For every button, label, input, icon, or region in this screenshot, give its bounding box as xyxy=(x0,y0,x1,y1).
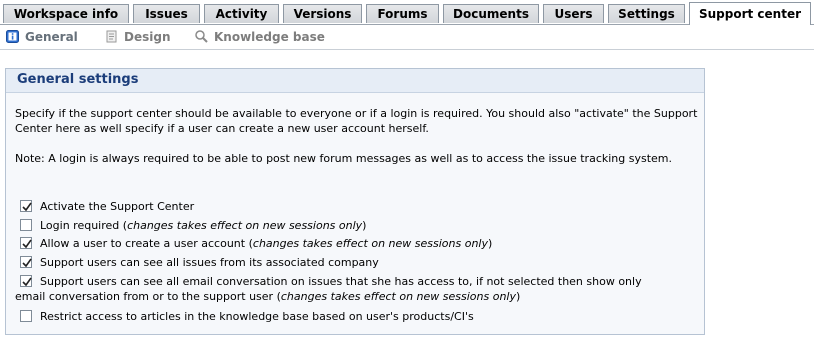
option-allow-create-account[interactable]: Allow a user to create a user account (c… xyxy=(20,236,700,252)
option-company-label: Support users can see all issues from it… xyxy=(40,255,379,270)
checkbox-see-email-conversation[interactable] xyxy=(20,275,32,287)
option-login-note: changes takes effect on new sessions onl… xyxy=(127,219,363,232)
main-tab-bar: Workspace info Issues Activity Versions … xyxy=(0,0,814,25)
subnav-general[interactable]: General xyxy=(6,28,78,46)
option-restrict-text: Restrict access to articles in the knowl… xyxy=(40,310,474,323)
general-settings-panel: General settings Specify if the support … xyxy=(5,68,705,335)
option-email-label-line2: email conversation from or to the suppor… xyxy=(15,289,520,304)
panel-header: General settings xyxy=(6,69,704,93)
option-login-text: Login required ( xyxy=(40,219,128,232)
panel-title: General settings xyxy=(17,72,139,87)
info-icon xyxy=(6,30,19,43)
option-company-text: Support users can see all issues from it… xyxy=(40,256,379,269)
checkbox-restrict-kb-access[interactable] xyxy=(20,310,32,322)
subnav-design[interactable]: Design xyxy=(105,28,171,46)
option-allow-note: changes takes effect on new sessions onl… xyxy=(252,237,488,250)
option-restrict-label: Restrict access to articles in the knowl… xyxy=(40,309,474,324)
design-icon xyxy=(105,30,118,43)
tab-settings[interactable]: Settings xyxy=(608,4,685,23)
option-activate-support-center[interactable]: Activate the Support Center xyxy=(20,199,700,215)
tab-support-center[interactable]: Support center xyxy=(689,2,811,25)
option-see-email-conversation[interactable]: Support users can see all email conversa… xyxy=(15,274,700,305)
option-allow-label: Allow a user to create a user account (c… xyxy=(40,236,492,251)
checkbox-allow-create-account[interactable] xyxy=(20,237,32,249)
note-text: Note: A login is always required to be a… xyxy=(15,152,673,165)
checkbox-login-required[interactable] xyxy=(20,219,32,231)
option-restrict-kb-access[interactable]: Restrict access to articles in the knowl… xyxy=(20,309,700,325)
option-email-note: changes takes effect on new sessions onl… xyxy=(280,290,516,303)
subnav-knowledge-base[interactable]: Knowledge base xyxy=(195,28,325,46)
option-allow-suffix: ) xyxy=(488,237,493,250)
sub-navigation: General Design Knowledge base xyxy=(0,25,814,50)
option-activate-label: Activate the Support Center xyxy=(40,199,194,214)
option-email-suffix: ) xyxy=(515,290,521,303)
tab-workspace-info[interactable]: Workspace info xyxy=(3,4,129,23)
checkbox-see-company-issues[interactable] xyxy=(20,256,32,268)
knowledge-base-icon xyxy=(195,30,208,43)
tab-activity[interactable]: Activity xyxy=(204,4,279,23)
subnav-knowledge-base-label: Knowledge base xyxy=(214,30,325,44)
tab-issues[interactable]: Issues xyxy=(133,4,200,23)
option-see-company-issues[interactable]: Support users can see all issues from it… xyxy=(20,255,700,271)
option-login-label: Login required (changes takes effect on … xyxy=(40,218,366,233)
subnav-general-label: General xyxy=(25,30,78,44)
tab-versions[interactable]: Versions xyxy=(283,4,362,23)
subnav-design-label: Design xyxy=(124,30,171,44)
option-activate-text: Activate the Support Center xyxy=(40,200,195,213)
tab-users[interactable]: Users xyxy=(543,4,604,23)
option-email-label: Support users can see all email conversa… xyxy=(40,274,642,289)
option-allow-text: Allow a user to create a user account ( xyxy=(40,237,253,250)
option-login-suffix: ) xyxy=(362,219,367,232)
option-login-required[interactable]: Login required (changes takes effect on … xyxy=(20,218,700,234)
intro-text: Specify if the support center should be … xyxy=(15,107,698,135)
tab-forums[interactable]: Forums xyxy=(366,4,439,23)
checkbox-activate[interactable] xyxy=(20,200,32,212)
option-email-text2: email conversation from or to the suppor… xyxy=(15,290,281,303)
option-email-text: Support users can see all email conversa… xyxy=(40,275,642,288)
tab-documents[interactable]: Documents xyxy=(443,4,539,23)
